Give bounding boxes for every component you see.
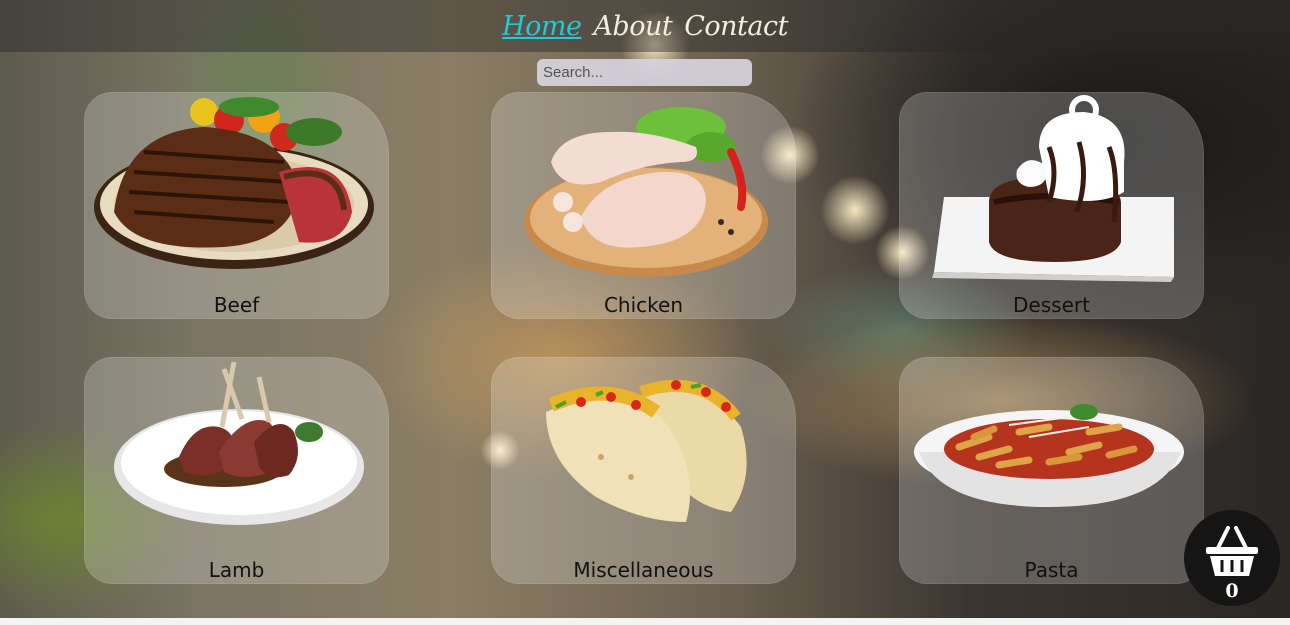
nav-link-contact[interactable]: Contact xyxy=(684,11,788,42)
nav-link-about[interactable]: About xyxy=(593,11,672,42)
search-input[interactable] xyxy=(537,59,752,86)
raw-chicken-image xyxy=(524,107,768,277)
category-card-dessert[interactable]: Dessert xyxy=(899,92,1204,319)
category-label: Pasta xyxy=(1024,558,1079,582)
top-navbar: Home About Contact xyxy=(0,0,1290,52)
lamb-chops-image xyxy=(114,361,364,525)
tacos-image xyxy=(546,379,747,522)
cart-count-badge: 0 xyxy=(1225,580,1239,602)
cart-button[interactable]: 0 xyxy=(1184,510,1280,606)
category-label: Chicken xyxy=(603,293,684,317)
category-label: Miscellaneous xyxy=(573,558,714,582)
category-card-chicken[interactable]: Chicken xyxy=(491,92,796,319)
category-card-beef[interactable]: Beef xyxy=(84,92,389,319)
penne-bowl-image xyxy=(914,404,1184,507)
basket-icon xyxy=(1206,526,1258,576)
category-label: Dessert xyxy=(1013,293,1090,317)
lava-cake-image xyxy=(932,95,1174,282)
nav-link-home[interactable]: Home xyxy=(502,11,582,42)
category-label: Beef xyxy=(213,293,260,317)
category-card-miscellaneous[interactable]: Miscellaneous xyxy=(491,357,796,584)
category-card-pasta[interactable]: Pasta xyxy=(899,357,1204,584)
category-label: Lamb xyxy=(208,558,265,582)
background-light xyxy=(820,175,890,245)
category-card-lamb[interactable]: Lamb xyxy=(84,357,389,584)
steak-plate-image xyxy=(94,97,374,269)
page-bottom-edge xyxy=(0,618,1290,625)
